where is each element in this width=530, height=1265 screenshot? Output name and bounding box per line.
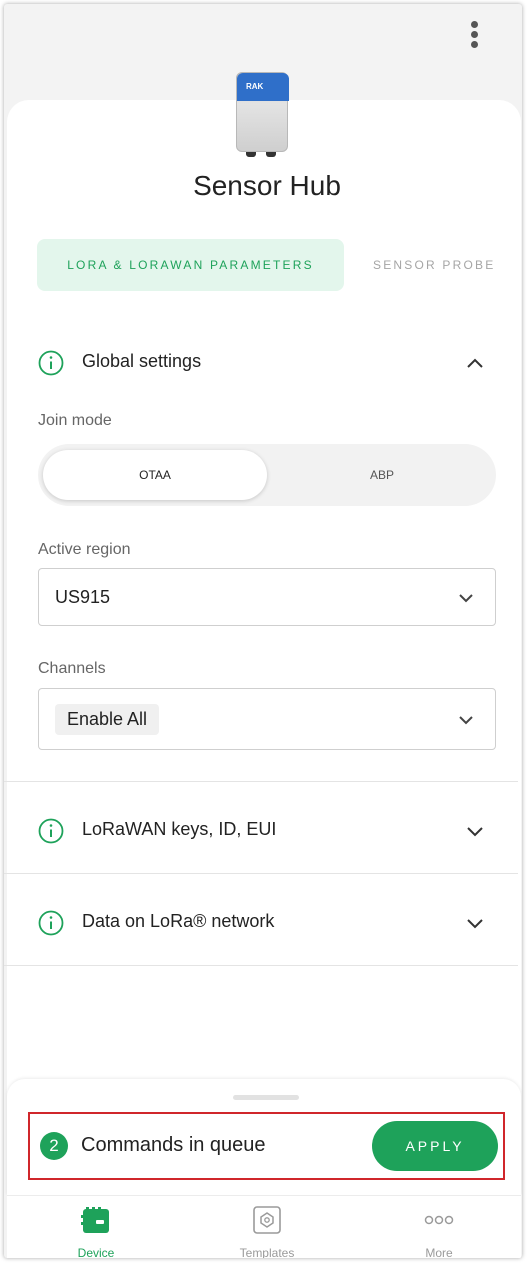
bottom-nav: Device Templates More — [7, 1195, 521, 1258]
info-icon — [38, 818, 64, 844]
section-title: Data on LoRa® network — [82, 911, 275, 931]
command-queue-panel: 2 Commands in queue APPLY — [7, 1079, 521, 1195]
nav-label: Templates — [239, 1246, 295, 1258]
command-queue-bar: 2 Commands in queue APPLY — [28, 1112, 505, 1180]
queue-count-badge: 2 — [40, 1132, 68, 1160]
apply-button[interactable]: APPLY — [372, 1121, 498, 1171]
info-icon — [38, 910, 64, 936]
tab-lora-parameters[interactable]: LORA & LORAWAN PARAMETERS — [37, 239, 344, 291]
info-icon — [38, 350, 64, 376]
chevron-down-icon[interactable] — [465, 821, 485, 841]
device-image: RAK — [236, 72, 290, 158]
active-region-select[interactable]: US915 — [38, 568, 496, 626]
chevron-down-icon — [459, 594, 473, 603]
nav-label: More — [425, 1246, 453, 1258]
chevron-down-icon — [459, 716, 473, 725]
divider — [4, 781, 518, 782]
section-data-on-lora[interactable]: Data on LoRa® network — [4, 893, 518, 951]
drag-handle[interactable] — [233, 1095, 299, 1100]
nav-more[interactable]: More — [379, 1196, 499, 1258]
chevron-up-icon[interactable] — [465, 353, 485, 373]
section-global-settings[interactable]: Global settings — [4, 333, 518, 391]
device-icon — [81, 1207, 109, 1233]
active-region-value: US915 — [55, 587, 111, 607]
chevron-down-icon[interactable] — [465, 913, 485, 933]
divider — [4, 873, 518, 874]
templates-icon — [253, 1206, 281, 1234]
more-icon — [424, 1215, 454, 1225]
divider — [4, 965, 518, 966]
app-frame: RAK Sensor Hub LORA & LORAWAN PARAMETERS… — [4, 4, 522, 1258]
tab-sensor-probe[interactable]: SENSOR PROBE — [373, 239, 513, 291]
section-title: LoRaWAN keys, ID, EUI — [82, 819, 277, 839]
tab-bar: LORA & LORAWAN PARAMETERS SENSOR PROBE — [37, 239, 517, 291]
overflow-menu-icon[interactable] — [466, 18, 482, 52]
join-mode-otaa[interactable]: OTAA — [43, 450, 267, 500]
join-mode-toggle: OTAA ABP — [38, 444, 496, 506]
section-title: Global settings — [82, 351, 202, 371]
channels-select[interactable]: Enable All — [38, 688, 496, 750]
queue-text: Commands in queue — [81, 1134, 266, 1156]
device-logo: RAK — [246, 82, 264, 91]
active-region-label: Active region — [38, 541, 131, 558]
nav-templates[interactable]: Templates — [207, 1196, 327, 1258]
join-mode-label: Join mode — [38, 412, 112, 429]
join-mode-abp[interactable]: ABP — [268, 450, 496, 500]
page-title: Sensor Hub — [193, 170, 341, 201]
nav-label: Device — [77, 1246, 115, 1258]
section-lorawan-keys[interactable]: LoRaWAN keys, ID, EUI — [4, 801, 518, 859]
nav-device[interactable]: Device — [36, 1196, 156, 1258]
channels-chip: Enable All — [55, 704, 160, 735]
channels-label: Channels — [38, 660, 106, 677]
